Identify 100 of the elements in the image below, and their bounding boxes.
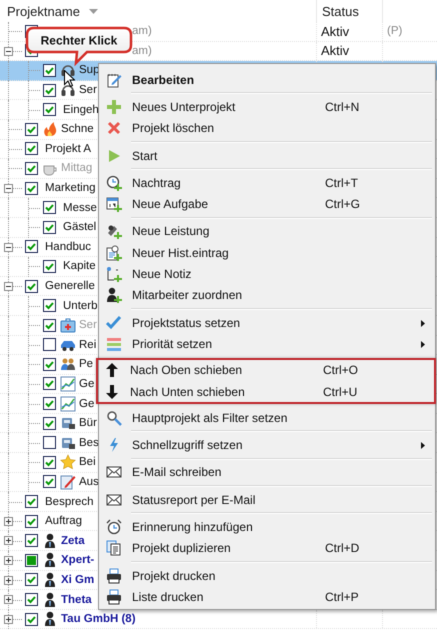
project-name: Ser [79,84,97,96]
checkbox[interactable] [25,240,38,254]
menu-item[interactable]: Projektstatus setzen [99,312,435,334]
headset-icon [60,82,76,98]
menu-item[interactable]: Nach Unten schieben Ctrl+U [99,380,434,402]
collapse-button[interactable] [4,184,13,193]
expand-button[interactable] [4,536,13,546]
menu-item[interactable]: Projekt löschen [99,118,435,139]
checkbox[interactable] [43,64,56,77]
menu-item[interactable]: Neue Leistung [99,220,435,242]
printer-icon [106,588,122,605]
column-header[interactable]: Projektname [0,0,317,22]
project-name: Xi Gm [61,574,94,586]
checkbox[interactable] [43,220,56,234]
menu-item[interactable]: Neues Unterprojekt Ctrl+N [99,96,435,118]
menu-item[interactable]: Hauptprojekt als Filter setzen [99,407,435,428]
menu-item[interactable]: Nachtrag Ctrl+T [99,172,435,194]
document-plus-icon [106,244,122,261]
star-icon [60,454,76,470]
checkbox[interactable] [43,475,56,488]
menu-item[interactable]: Bearbeiten [99,69,435,90]
expand-button[interactable] [4,516,13,526]
play-icon [106,148,122,164]
menu-item[interactable]: Projekt drucken [99,564,435,586]
check-icon [44,476,55,488]
person-icon [42,532,58,549]
menu-item[interactable]: Statusreport per E-Mail [99,489,435,510]
expand-button[interactable] [4,595,13,604]
team-note: am) [132,25,152,38]
checkbox[interactable] [25,534,38,548]
note-plus-icon [106,266,122,282]
sort-arrow-icon [88,8,98,14]
checkbox[interactable] [43,260,56,273]
checkbox[interactable] [25,122,38,136]
menu-item[interactable]: Nach Oben schieben Ctrl+O [99,360,434,381]
check-icon [44,398,55,410]
project-name: Handbuc [45,240,92,253]
checkbox[interactable] [43,299,56,312]
menu-item[interactable]: Erinnerung hinzufügen [99,516,435,538]
project-name: Marketing [45,182,96,194]
expand-button[interactable] [4,556,13,566]
clock-plus-icon [106,174,122,191]
check-icon [26,143,37,154]
status-text: Aktiv [321,43,350,58]
project-name: Rei [79,338,96,351]
menu-item[interactable]: Mitarbeiter zuordnen [99,284,435,306]
person-icon [42,611,58,628]
project-name: Besprech [45,496,94,508]
project-name: Auftrag [45,515,82,528]
menu-item[interactable]: Priorität setzen [99,333,435,355]
envelope-icon [106,464,122,480]
team-note: am) [132,44,152,57]
checkbox[interactable] [25,514,38,528]
menu-item[interactable]: Neue Notiz [99,263,435,285]
checkbox[interactable] [25,142,38,156]
checkbox[interactable] [43,456,56,469]
calendar-plus-icon [106,196,122,212]
project-name: Zeta [61,534,85,547]
collapse-button[interactable] [4,46,13,56]
project-name: Unterb [63,300,98,312]
project-name: Generelle [45,280,95,292]
checkbox[interactable] [43,358,56,371]
project-name: Eingeh [63,104,99,116]
project-name: Schne [61,123,94,136]
menu-item[interactable]: Liste drucken Ctrl+P [99,586,435,608]
checkbox[interactable] [25,612,38,626]
project-name: Bei [79,456,96,468]
menu-item[interactable]: Neue Aufgabe Ctrl+G [99,193,435,215]
checkbox[interactable] [43,338,56,352]
column-header[interactable]: Status [317,0,383,22]
menu-item[interactable]: Projekt duplizieren Ctrl+D [99,538,435,559]
checkbox[interactable] [25,573,38,586]
collapse-button[interactable] [4,282,13,291]
checkbox[interactable] [43,377,56,390]
expand-button[interactable] [4,614,13,624]
checkbox[interactable] [43,416,56,430]
menu-item[interactable]: Schnellzugriff setzen [99,434,435,456]
checkbox[interactable] [25,495,38,508]
project-name: Bür [79,417,97,430]
checkbox[interactable] [25,182,38,195]
checkbox[interactable] [43,103,56,116]
check-icon [44,300,55,312]
check-icon [44,64,55,76]
checkbox[interactable] [43,201,56,214]
menu-item[interactable]: Start [99,144,435,166]
menu-item[interactable]: Neuer Hist.eintrag [99,242,435,264]
project-name: Projekt A [45,142,92,155]
check-icon [26,162,37,174]
checkbox[interactable] [43,84,56,97]
checkbox[interactable] [25,280,38,293]
checkbox[interactable] [43,397,56,410]
check-icon [44,320,55,331]
menu-item[interactable]: E-Mail schreiben [99,462,435,484]
expand-button[interactable] [4,576,13,585]
project-name: Gästel [63,221,96,234]
checkbox[interactable] [25,593,38,606]
checkbox[interactable] [43,436,56,450]
collapse-button[interactable] [4,242,13,252]
check-icon [44,104,55,116]
arrow-down-icon [104,384,120,400]
